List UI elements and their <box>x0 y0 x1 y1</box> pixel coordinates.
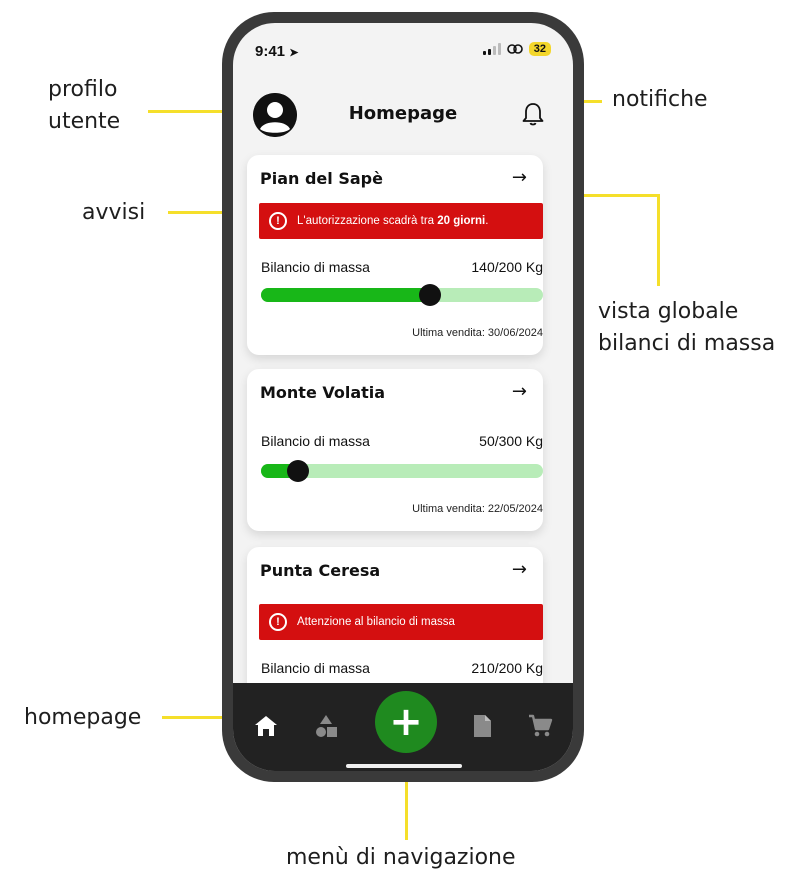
signal-icon <box>482 43 501 55</box>
balance-value: 50/300 Kg <box>479 433 543 449</box>
balance-progress-bar <box>261 284 543 306</box>
alert-banner[interactable]: ! Attenzione al bilancio di massa <box>259 604 543 640</box>
cart-icon <box>529 714 553 737</box>
nav-cart-button[interactable] <box>523 709 557 743</box>
balance-label: Bilancio di massa <box>261 433 370 449</box>
location-icon: ➤ <box>289 47 299 59</box>
alert-banner[interactable]: ! L'autorizzazione scadrà tra 20 giorni. <box>259 203 543 239</box>
annotation-nav-menu: menù di navigazione <box>286 845 516 870</box>
site-card[interactable]: Monte Volatia → Bilancio di massa 50/300… <box>247 369 543 531</box>
progress-fill <box>261 288 431 302</box>
annotation-alerts: avvisi <box>82 200 146 225</box>
annotation-profile: profilo utente <box>48 77 121 134</box>
notifications-button[interactable] <box>521 101 545 131</box>
balance-progress-bar <box>261 460 543 482</box>
balance-label: Bilancio di massa <box>261 259 370 275</box>
progress-knob <box>286 460 309 482</box>
site-title: Punta Ceresa <box>260 561 381 580</box>
status-bar: 9:41 ➤ 32 <box>233 23 573 73</box>
balance-label: Bilancio di massa <box>261 660 370 676</box>
progress-knob <box>419 284 442 306</box>
alert-text: L'autorizzazione scadrà tra 20 giorni. <box>297 215 489 227</box>
balance-value: 140/200 Kg <box>471 259 543 275</box>
annotation-notifications: notifiche <box>612 87 708 112</box>
last-sale-date: Ultima vendita: 30/06/2024 <box>412 327 543 339</box>
status-time: 9:41 ➤ <box>255 43 298 60</box>
arrow-right-icon[interactable]: → <box>512 381 527 402</box>
alert-icon: ! <box>269 613 287 631</box>
arrow-right-icon[interactable]: → <box>512 559 527 580</box>
alert-icon: ! <box>269 212 287 230</box>
alert-text: Attenzione al bilancio di massa <box>297 616 455 628</box>
app-header: Homepage <box>233 83 573 145</box>
app-screen: 9:41 ➤ 32 Homepage Pian del Sapè → ! L'a… <box>233 23 573 771</box>
add-button[interactable]: + <box>375 691 437 753</box>
battery-indicator: 32 <box>528 42 551 56</box>
add-icon: + <box>389 699 423 745</box>
phone-frame: 9:41 ➤ 32 Homepage Pian del Sapè → ! L'a… <box>222 12 584 782</box>
site-title: Monte Volatia <box>260 383 386 402</box>
document-icon <box>474 715 491 737</box>
site-card[interactable]: Pian del Sapè → ! L'autorizzazione scadr… <box>247 155 543 355</box>
last-sale-date: Ultima vendita: 22/05/2024 <box>412 503 543 515</box>
annotation-homepage: homepage <box>24 705 142 730</box>
site-title: Pian del Sapè <box>260 169 383 188</box>
bell-icon <box>522 103 544 126</box>
nav-home-button[interactable] <box>249 709 283 743</box>
balance-value: 210/200 Kg <box>471 660 543 676</box>
home-icon <box>255 716 277 736</box>
bottom-navigation: + <box>233 683 573 771</box>
home-indicator <box>346 764 462 768</box>
status-icons: 32 <box>482 42 551 56</box>
status-time-text: 9:41 <box>255 43 286 60</box>
annotation-global-view: vista globale bilanci di massa <box>598 299 776 356</box>
shapes-icon <box>316 715 337 737</box>
nav-documents-button[interactable] <box>465 709 499 743</box>
nav-shapes-button[interactable] <box>309 709 343 743</box>
link-icon <box>506 44 523 54</box>
arrow-right-icon[interactable]: → <box>512 167 527 188</box>
annotation-line-global-view-v <box>657 194 660 286</box>
